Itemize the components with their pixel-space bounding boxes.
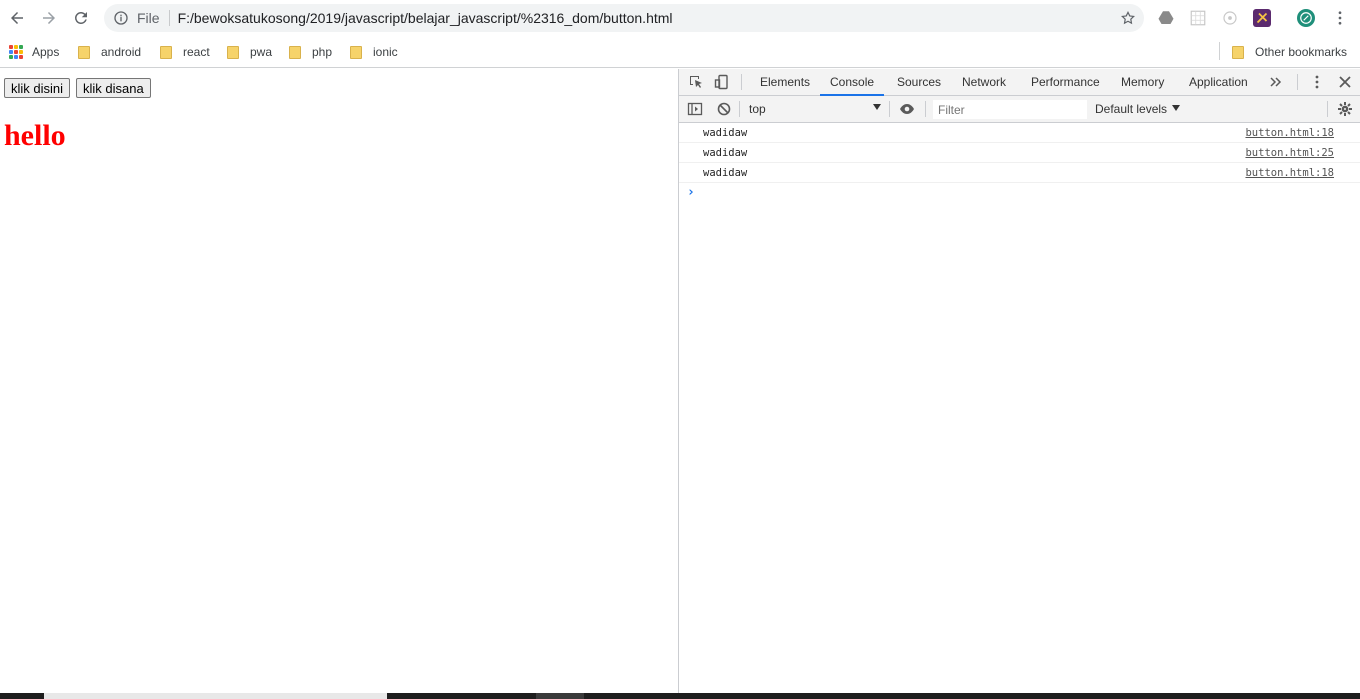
klik-disana-button[interactable]: klik disana [76,78,151,98]
folder-icon [78,45,90,59]
toolbar-separator [1327,101,1328,117]
star-icon[interactable] [1120,10,1136,26]
tab-elements[interactable]: Elements [750,69,820,96]
url-scheme: File [137,10,160,26]
bookmark-label: Other bookmarks [1255,45,1348,59]
profile-avatar[interactable] [1297,9,1315,27]
chevron-down-icon[interactable] [873,104,881,110]
settings-gear-icon[interactable] [1337,101,1353,117]
folder-icon [289,45,301,59]
console-message-text: wadidaw [703,147,748,159]
reload-icon [74,11,87,24]
bookmark-label: android [101,45,142,59]
clear-console-icon[interactable] [716,101,732,117]
console-toolbar: top Default levels [679,96,1360,123]
bookmark-folder-ionic[interactable]: ionic [350,43,398,61]
klik-disini-button[interactable]: klik disini [4,78,71,98]
device-toolbar-icon[interactable] [714,74,730,90]
console-output: wadidaw button.html:18 wadidaw button.ht… [679,123,1360,200]
toolbar-separator [925,101,926,117]
kebab-menu-icon[interactable] [1309,74,1325,90]
url-text[interactable]: F:/bewoksatukosong/2019/javascript/belaj… [178,10,673,26]
bookmark-label: pwa [250,45,273,59]
bookmark-apps[interactable]: Apps [9,43,59,61]
folder-icon [1232,45,1244,59]
bookmark-label: ionic [373,45,398,59]
address-bar[interactable]: File F:/bewoksatukosong/2019/javascript/… [104,4,1144,32]
back-button[interactable] [3,4,31,32]
bookmark-label: php [312,45,333,59]
console-message-source-link[interactable]: button.html:18 [1245,127,1334,139]
taskbar-strip [0,693,1360,699]
folder-icon [350,45,362,59]
devtools-tabbar: Elements Console Sources Network Perform… [679,69,1360,96]
devtools-panel: Elements Console Sources Network Perform… [678,69,1360,693]
bookmark-label: Apps [32,45,60,59]
bookmark-folder-react[interactable]: react [160,43,210,61]
tab-console[interactable]: Console [820,69,885,96]
bookmark-label: react [183,45,210,59]
back-arrow-icon [11,12,23,24]
menu-dots-icon[interactable] [1331,9,1349,27]
tab-application[interactable]: Application [1179,69,1258,96]
forward-button[interactable] [35,4,63,32]
bookmarks-divider [1219,42,1220,60]
taskbar-window-item[interactable] [44,693,387,699]
chevron-down-icon[interactable] [1172,105,1180,111]
default-levels-dropdown[interactable]: Default levels [1095,102,1167,116]
console-message: wadidaw button.html:18 [679,163,1360,183]
page-viewport: klik disini klik disana hello [0,69,678,693]
browser-toolbar: File F:/bewoksatukosong/2019/javascript/… [0,0,1360,36]
tabbar-separator [741,74,742,90]
bookmark-extension-icon[interactable] [1253,9,1271,27]
tab-network[interactable]: Network [952,69,1016,96]
bookmarks-bar: Apps android react pwa php ionic Other b… [0,36,1360,68]
url-separator [168,10,170,26]
console-message-source-link[interactable]: button.html:25 [1245,147,1334,159]
toolbar-separator [889,101,890,117]
sidebar-toggle-icon[interactable] [687,101,703,117]
info-icon[interactable] [113,10,129,26]
grid-extension-icon[interactable] [1189,9,1207,27]
context-selector[interactable]: top [749,102,766,116]
eye-icon[interactable] [899,101,915,117]
tab-sources[interactable]: Sources [887,69,951,96]
console-message: wadidaw button.html:18 [679,123,1360,143]
close-icon[interactable] [1337,74,1353,90]
toolbar-separator [739,101,740,117]
drive-extension-icon[interactable] [1157,9,1175,27]
folder-icon [227,45,239,59]
console-message-text: wadidaw [703,127,748,139]
bookmark-folder-android[interactable]: android [78,43,141,61]
tabbar-separator [1297,74,1298,90]
apps-grid-icon [9,45,23,59]
react-extension-icon[interactable] [1221,9,1239,27]
hello-heading: hello [4,119,66,152]
reload-button[interactable] [67,4,95,32]
inspect-element-icon[interactable] [688,74,704,90]
tab-performance[interactable]: Performance [1021,69,1110,96]
folder-icon [160,45,172,59]
bookmark-folder-pwa[interactable]: pwa [227,43,272,61]
bookmark-folder-other[interactable]: Other bookmarks [1232,43,1347,61]
console-message-source-link[interactable]: button.html:18 [1245,167,1334,179]
console-message: wadidaw button.html:25 [679,143,1360,163]
more-tabs-icon[interactable] [1268,74,1284,90]
tab-memory[interactable]: Memory [1111,69,1174,96]
forward-arrow-icon [43,12,55,24]
console-message-text: wadidaw [703,167,748,179]
taskbar-window-item[interactable] [536,693,584,699]
bookmark-folder-php[interactable]: php [289,43,332,61]
filter-input[interactable] [933,100,1087,119]
console-prompt[interactable]: › [687,185,695,200]
